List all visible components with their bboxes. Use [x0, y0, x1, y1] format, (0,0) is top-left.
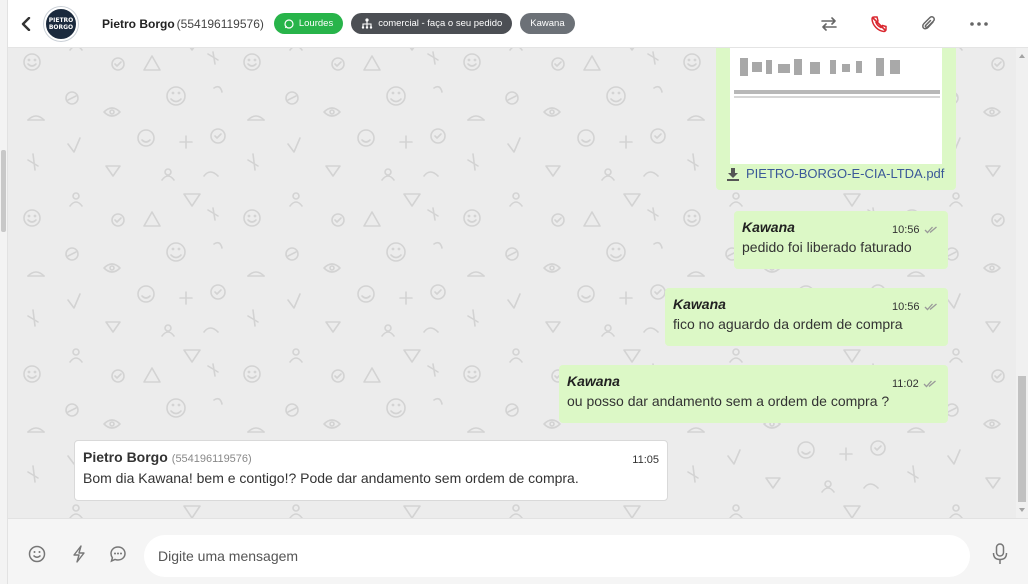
scrollbar-thumb[interactable] — [1018, 376, 1026, 502]
left-edge — [0, 0, 8, 584]
message-time: 11:05 — [632, 454, 659, 466]
scroll-down-arrow[interactable] — [1019, 508, 1025, 512]
end-call-button[interactable] — [854, 0, 904, 48]
double-check-icon — [924, 226, 937, 234]
header-actions — [804, 0, 1004, 48]
message-text: pedido foi liberado faturado — [742, 239, 912, 255]
quick-reply-icon — [73, 545, 85, 563]
incoming-message: Pietro Borgo (554196119576) 11:05 Bom dia… — [74, 440, 668, 501]
whatsapp-icon — [284, 18, 294, 29]
avatar-logo-line-2: BORGO — [48, 23, 74, 31]
contact-title[interactable]: Pietro Borgo (554196119576) — [102, 17, 264, 31]
tag-kawana[interactable]: Kawana — [520, 13, 575, 34]
outgoing-message: Kawana 10:56 fico no aguardo da ordem de… — [665, 288, 948, 346]
chat-header: PIETRO BORGO Pietro Borgo (554196119576) … — [8, 0, 1028, 48]
pdf-preview-blurred-content — [734, 58, 940, 98]
avatar[interactable]: PIETRO BORGO — [44, 6, 78, 41]
message-sender: Kawana — [567, 373, 620, 389]
more-options-button[interactable] — [954, 0, 1004, 48]
message-time: 10:56 — [892, 301, 938, 313]
transfer-button[interactable] — [804, 0, 854, 48]
message-text: fico no aguardo da ordem de compra — [673, 316, 903, 332]
voice-record-button[interactable] — [990, 543, 1010, 564]
emoji-icon — [28, 545, 46, 563]
sender-phone: (554196119576) — [171, 453, 252, 465]
pdf-preview[interactable] — [730, 48, 942, 164]
chevron-left-icon — [21, 16, 31, 31]
message-time-text: 10:56 — [892, 301, 920, 313]
chat-templates-button[interactable] — [108, 544, 128, 564]
chat-messages-area[interactable]: PIETRO-BORGO-E-CIA-LTDA.pdf Kawana 10:56… — [8, 48, 1016, 518]
message-time: 11:02 — [892, 378, 937, 390]
avatar-logo-line-1: PIETRO — [48, 16, 74, 24]
panel-resize-grip[interactable] — [1, 150, 6, 232]
attachment-button[interactable] — [904, 0, 954, 48]
message-composer — [8, 518, 1028, 584]
tag-label: Lourdes — [298, 18, 334, 29]
contact-phone: (554196119576) — [176, 16, 264, 31]
double-check-icon — [924, 303, 937, 311]
transfer-icon — [821, 17, 837, 31]
tag-department[interactable]: comercial - faça o seu pedido — [351, 13, 513, 34]
sender-name: Pietro Borgo — [83, 449, 168, 465]
message-text: ou posso dar andamento sem a ordem de co… — [567, 393, 890, 409]
double-check-icon — [923, 380, 936, 388]
end-call-icon — [871, 16, 887, 33]
tag-lourdes[interactable]: Lourdes — [273, 13, 344, 34]
back-button[interactable] — [8, 0, 44, 48]
scroll-up-arrow[interactable] — [1019, 54, 1025, 58]
tag-label: Kawana — [530, 18, 565, 29]
attachment-icon — [922, 16, 935, 30]
message-time: 10:56 — [892, 224, 938, 236]
sitemap-icon — [362, 18, 373, 29]
chat-bubble-icon — [110, 546, 126, 563]
download-icon — [727, 167, 739, 181]
chat-scrollbar[interactable] — [1016, 48, 1028, 518]
message-input[interactable] — [144, 535, 970, 577]
quick-reply-button[interactable] — [69, 544, 89, 564]
emoji-button[interactable] — [27, 544, 47, 564]
outgoing-message: Kawana 10:56 pedido foi liberado faturad… — [734, 211, 948, 269]
outgoing-message: Kawana 11:02 ou posso dar andamento sem … — [559, 365, 948, 423]
file-message: PIETRO-BORGO-E-CIA-LTDA.pdf — [716, 48, 956, 190]
tag-label: comercial - faça o seu pedido — [378, 18, 503, 29]
file-name: PIETRO-BORGO-E-CIA-LTDA.pdf — [746, 166, 945, 181]
message-time-text: 10:56 — [892, 224, 920, 236]
more-options-icon — [970, 22, 988, 26]
message-text: Bom dia Kawana! bem e contigo!? Pode dar… — [83, 470, 579, 486]
microphone-icon — [992, 543, 1008, 564]
file-download-link[interactable]: PIETRO-BORGO-E-CIA-LTDA.pdf — [726, 166, 944, 181]
message-time-text: 11:02 — [892, 378, 919, 390]
contact-name: Pietro Borgo — [102, 16, 175, 31]
message-sender: Pietro Borgo (554196119576) — [83, 449, 659, 465]
